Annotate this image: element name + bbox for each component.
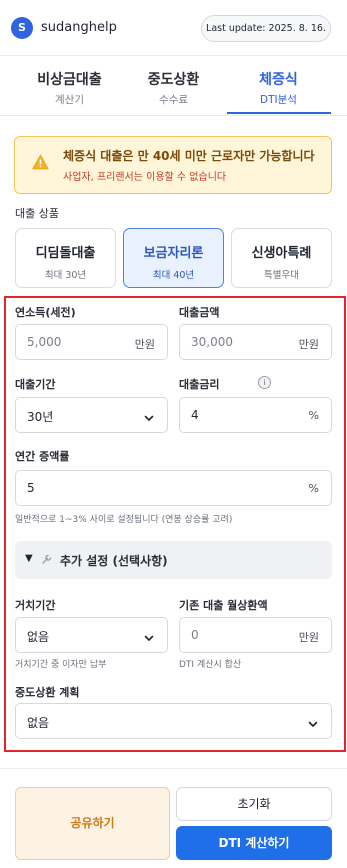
age-warning-banner: 체증식 대출은 만 40세 미만 근로자만 가능합니다 사업자, 프리랜서는 이… (14, 136, 332, 194)
existing-payment-unit: 만원 (298, 631, 319, 644)
existing-payment-input[interactable]: 0 만원 (179, 617, 332, 653)
calculator-tabs: 비상금대출 계산기 중도상환 수수료 체증식 DTI분석 (0, 57, 347, 115)
prepayment-plan-label: 중도상환 계획 (15, 686, 80, 699)
tab-prepayment-fee[interactable]: 중도상환 수수료 (126, 69, 221, 107)
calculate-dti-button[interactable]: DTI 계산하기 (176, 826, 332, 860)
prepayment-plan-value: 없음 (27, 716, 50, 730)
logo-icon[interactable]: S (11, 17, 33, 39)
product-limit: 특별우대 (264, 270, 299, 281)
chevron-down-icon (143, 629, 155, 648)
annual-increase-hint: 일반적으로 1~3% 사이로 설정됩니다 (연봉 상승률 고려) (15, 515, 233, 525)
warning-title: 체증식 대출은 만 40세 미만 근로자만 가능합니다 (63, 149, 315, 163)
loan-amount-placeholder: 30,000 (191, 335, 233, 349)
advanced-settings-label: 추가 설정 (선택사항) (60, 554, 168, 568)
annual-income-label: 연소득(세전) (15, 306, 76, 319)
product-name: 신생아특례 (251, 246, 312, 261)
annual-income-unit: 만원 (134, 338, 155, 351)
annual-increase-input[interactable]: 5 % (15, 470, 332, 506)
info-icon[interactable]: i (258, 376, 271, 389)
annual-increase-value: 5 (27, 481, 35, 495)
loan-rate-input[interactable]: 4 % (179, 397, 332, 433)
loan-term-label: 대출기간 (15, 378, 56, 391)
tab-title: 비상금대출 (37, 72, 102, 88)
existing-payment-hint: DTI 계산시 합산 (179, 660, 242, 670)
loan-amount-unit: 만원 (298, 338, 319, 351)
product-option-didimdol[interactable]: 디딤돌대출 최대 30년 (15, 228, 116, 288)
brand-name[interactable]: sudanghelp (41, 20, 117, 35)
annual-income-input[interactable]: 5,000 만원 (15, 324, 168, 360)
reset-button[interactable]: 초기화 (176, 787, 332, 821)
product-name: 보금자리론 (143, 246, 204, 261)
chevron-down-icon (307, 715, 319, 734)
tab-subtitle: 계산기 (55, 94, 84, 106)
advanced-settings-toggle[interactable]: ▼ 추가 설정 (선택사항) (15, 541, 332, 579)
loan-rate-label: 대출금리 (179, 378, 220, 391)
grace-period-hint: 거치기간 중 이자만 납부 (15, 660, 107, 670)
app-header: S sudanghelp Last update: 2025. 8. 16. (0, 0, 347, 56)
loan-term-value: 30년 (27, 410, 54, 424)
product-option-bogeumjari[interactable]: 보금자리론 최대 40년 (123, 228, 224, 288)
existing-payment-label: 기존 대출 월상환액 (179, 599, 268, 612)
grace-period-label: 거치기간 (15, 599, 56, 612)
product-limit: 최대 40년 (152, 270, 195, 281)
loan-amount-input[interactable]: 30,000 만원 (179, 324, 332, 360)
existing-payment-placeholder: 0 (191, 628, 199, 642)
annual-increase-unit: % (308, 482, 319, 495)
tab-graduated-dti[interactable]: 체증식 DTI분석 (231, 69, 326, 107)
active-tab-indicator (227, 112, 331, 114)
product-section-label: 대출 상품 (15, 207, 59, 220)
last-update-badge: Last update: 2025. 8. 16. (201, 15, 331, 42)
prepayment-plan-select[interactable]: 없음 (15, 703, 332, 739)
annual-increase-label: 연간 증액률 (15, 450, 70, 463)
divider (0, 115, 347, 116)
product-option-newborn[interactable]: 신생아특례 특별우대 (231, 228, 332, 288)
warning-icon (32, 154, 49, 174)
annual-income-placeholder: 5,000 (27, 335, 62, 349)
product-limit: 최대 30년 (44, 270, 87, 281)
divider (0, 768, 347, 769)
warning-subtitle: 사업자, 프리랜서는 이용할 수 없습니다 (63, 172, 227, 183)
triangle-down-icon: ▼ (25, 553, 33, 564)
tab-title: 중도상환 (147, 72, 200, 88)
loan-rate-unit: % (308, 409, 319, 422)
loan-rate-value: 4 (191, 408, 199, 422)
loan-term-select[interactable]: 30년 (15, 397, 168, 433)
tab-title: 체증식 (259, 72, 298, 88)
grace-period-select[interactable]: 없음 (15, 617, 168, 653)
tab-subtitle: 수수료 (159, 94, 188, 106)
loan-amount-label: 대출금액 (179, 306, 220, 319)
share-button[interactable]: 공유하기 (15, 787, 170, 860)
tab-emergency-loan[interactable]: 비상금대출 계산기 (22, 69, 117, 107)
tab-subtitle: DTI분석 (260, 94, 297, 106)
grace-period-value: 없음 (27, 630, 50, 644)
chevron-down-icon (143, 409, 155, 428)
product-name: 디딤돌대출 (35, 246, 96, 261)
wrench-icon (41, 553, 53, 568)
